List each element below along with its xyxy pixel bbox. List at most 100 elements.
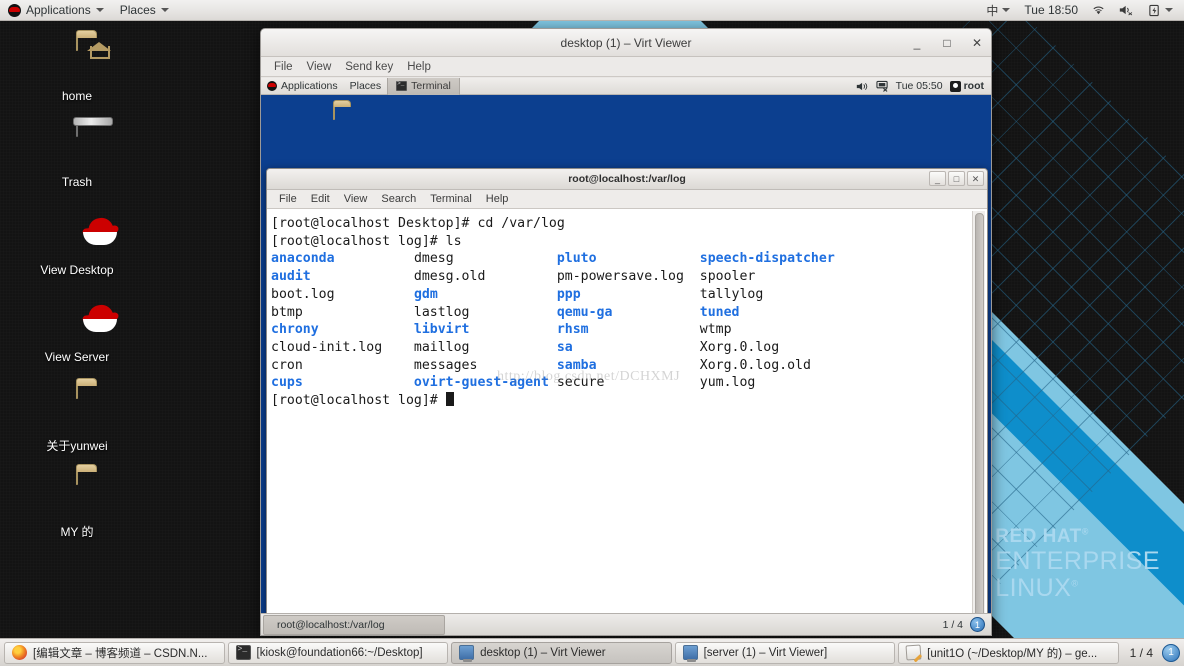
- terminal-icon: [235, 645, 251, 660]
- terminal-menu-edit[interactable]: Edit: [304, 193, 337, 205]
- desktop-icon-label: View Desktop: [40, 263, 114, 277]
- desktop-icon-view-desktop[interactable]: View Desktop: [22, 210, 132, 277]
- terminal-prompt-2: [root@localhost log]#: [271, 233, 446, 249]
- minimize-button[interactable]: _: [909, 36, 925, 50]
- guest-bottom-panel: root@localhost:/var/log 1 / 4 1: [261, 613, 991, 635]
- ls-file-entry: spooler: [699, 269, 756, 285]
- virt-viewer-window[interactable]: desktop (1) – Virt Viewer _ □ ✕ File Vie…: [260, 28, 992, 636]
- desktop-icon-home[interactable]: home: [22, 35, 132, 103]
- terminal-titlebar[interactable]: root@localhost:/var/log _ □ ✕: [267, 169, 987, 190]
- chevron-down-icon: [1002, 8, 1011, 12]
- desktop-icon-label: View Server: [44, 350, 110, 364]
- ls-directory-entry: tuned: [699, 304, 740, 320]
- applications-menu[interactable]: Applications: [0, 0, 112, 21]
- ls-directory-entry: libvirt: [413, 322, 470, 338]
- desktop-icon-label: home: [61, 89, 93, 103]
- wifi-indicator[interactable]: [1087, 0, 1110, 21]
- terminal-window[interactable]: root@localhost:/var/log _ □ ✕ File Edit …: [266, 168, 988, 635]
- virt-viewer-menubar: File View Send key Help: [261, 57, 991, 77]
- terminal-maximize-button[interactable]: □: [948, 171, 965, 186]
- menu-send-key[interactable]: Send key: [338, 61, 400, 73]
- desktop-icon-my-de[interactable]: MY 的: [22, 469, 132, 540]
- desktop-icon-guanyu-yunwei[interactable]: 关于yunwei: [22, 383, 132, 454]
- ls-file-entry: Xorg.0.log: [699, 339, 780, 355]
- terminal-menu-terminal[interactable]: Terminal: [423, 193, 479, 205]
- maximize-button[interactable]: □: [939, 36, 955, 50]
- applications-menu-label: Applications: [26, 3, 91, 17]
- terminal-output-area[interactable]: [root@localhost Desktop]# cd /var/log [r…: [267, 209, 987, 635]
- terminal-menu-file[interactable]: File: [272, 193, 304, 205]
- guest-applications-label: Applications: [281, 80, 338, 92]
- taskbar-item-label: [编辑文章 – 博客频道 – CSDN.N...: [33, 647, 208, 660]
- host-panel-tray: 中 Tue 18:50: [981, 0, 1184, 21]
- ls-file-entry: secure: [556, 375, 605, 391]
- guest-desktop-icon-folder[interactable]: [306, 104, 362, 120]
- host-workspace-label: 1 / 4: [1129, 645, 1154, 660]
- terminal-scrollbar-thumb[interactable]: [975, 213, 984, 633]
- guest-user-menu[interactable]: root: [949, 80, 984, 92]
- guest-workspace-badge[interactable]: 1: [970, 617, 985, 632]
- ls-directory-entry: gdm: [413, 286, 438, 302]
- desktop-icon-view-server[interactable]: View Server: [22, 297, 132, 364]
- guest-places-menu[interactable]: Places: [344, 78, 388, 95]
- guest-desktop[interactable]: Applications Places Terminal: [261, 78, 991, 635]
- taskbar-item-server-virt-viewer[interactable]: [server (1) – Virt Viewer]: [674, 641, 896, 664]
- brand-trademark-2: ®: [1071, 578, 1079, 589]
- taskbar-item-label: desktop (1) – Virt Viewer: [480, 646, 606, 659]
- terminal-title: root@localhost:/var/log: [568, 173, 686, 185]
- terminal-menu-search[interactable]: Search: [374, 193, 423, 205]
- input-method-label: 中: [986, 3, 999, 18]
- ls-file-entry: dmesg.old: [413, 269, 486, 285]
- terminal-text: [root@localhost Desktop]# cd /var/log [r…: [271, 215, 987, 410]
- guest-top-panel: Applications Places Terminal: [261, 78, 991, 95]
- battery-indicator[interactable]: [1143, 0, 1178, 21]
- battery-icon: [1149, 4, 1159, 16]
- menu-view[interactable]: View: [300, 61, 339, 73]
- desktop-icon-label: MY 的: [60, 525, 94, 539]
- desktop-icon-trash[interactable]: Trash: [22, 121, 132, 189]
- taskbar-item-firefox[interactable]: [编辑文章 – 博客频道 – CSDN.N...: [4, 641, 225, 664]
- ls-directory-entry: samba: [556, 357, 597, 373]
- input-method-indicator[interactable]: 中: [981, 0, 1015, 21]
- terminal-menu-help[interactable]: Help: [479, 193, 516, 205]
- terminal-scrollbar[interactable]: [972, 211, 985, 635]
- ls-file-entry: Xorg.0.log.old: [699, 357, 811, 373]
- taskbar-item-terminal[interactable]: [kiosk@foundation66:~/Desktop]: [227, 641, 449, 664]
- close-button[interactable]: ✕: [969, 36, 985, 50]
- host-workspace-switcher[interactable]: 1 / 4 1: [1122, 643, 1181, 662]
- volume-indicator[interactable]: [1114, 0, 1139, 21]
- ls-directory-entry: speech-dispatcher: [699, 251, 835, 267]
- brand-line-1: RED HAT: [995, 526, 1082, 547]
- guest-workspace-switcher[interactable]: 1 / 4 1: [943, 617, 991, 632]
- terminal-minimize-button[interactable]: _: [929, 171, 946, 186]
- ls-directory-entry: cups: [271, 375, 303, 391]
- guest-clock[interactable]: Tue 05:50: [896, 80, 943, 92]
- wifi-icon: [1093, 6, 1104, 15]
- terminal-menu-view[interactable]: View: [337, 193, 375, 205]
- ls-file-entry: cloud-init.log: [271, 339, 383, 355]
- brand-line-3: LINUX: [995, 573, 1072, 602]
- virt-viewer-titlebar[interactable]: desktop (1) – Virt Viewer _ □ ✕: [261, 29, 991, 57]
- taskbar-item-gedit[interactable]: [unit1O (~/Desktop/MY 的) – ge...: [898, 641, 1119, 664]
- menu-help[interactable]: Help: [400, 61, 438, 73]
- guest-taskbar-item-terminal[interactable]: root@localhost:/var/log: [263, 614, 445, 635]
- terminal-window-controls: _ □ ✕: [929, 171, 984, 186]
- taskbar-item-desktop-virt-viewer[interactable]: desktop (1) – Virt Viewer: [451, 641, 672, 664]
- volume-icon[interactable]: [856, 81, 869, 92]
- places-menu[interactable]: Places: [112, 0, 177, 21]
- brand-line-2: ENTERPRISE: [995, 546, 1160, 575]
- host-workspace-badge[interactable]: 1: [1162, 643, 1181, 662]
- network-disconnected-icon[interactable]: [876, 80, 889, 92]
- ls-directory-entry: anaconda: [271, 251, 335, 267]
- clock[interactable]: Tue 18:50: [1019, 0, 1083, 21]
- desktop-icon-label: 关于yunwei: [46, 439, 108, 453]
- terminal-close-button[interactable]: ✕: [967, 171, 984, 186]
- virt-viewer-window-controls: _ □ ✕: [909, 29, 985, 57]
- ls-file-entry: maillog: [413, 339, 470, 355]
- ls-directory-entry: ppp: [556, 286, 581, 302]
- guest-applications-menu[interactable]: Applications: [261, 78, 344, 95]
- taskbar-item-label: [unit1O (~/Desktop/MY 的) – ge...: [927, 647, 1098, 660]
- menu-file[interactable]: File: [267, 61, 300, 73]
- ls-file-entry: pm-powersave.log: [556, 269, 684, 285]
- guest-window-button-terminal[interactable]: Terminal: [387, 78, 460, 95]
